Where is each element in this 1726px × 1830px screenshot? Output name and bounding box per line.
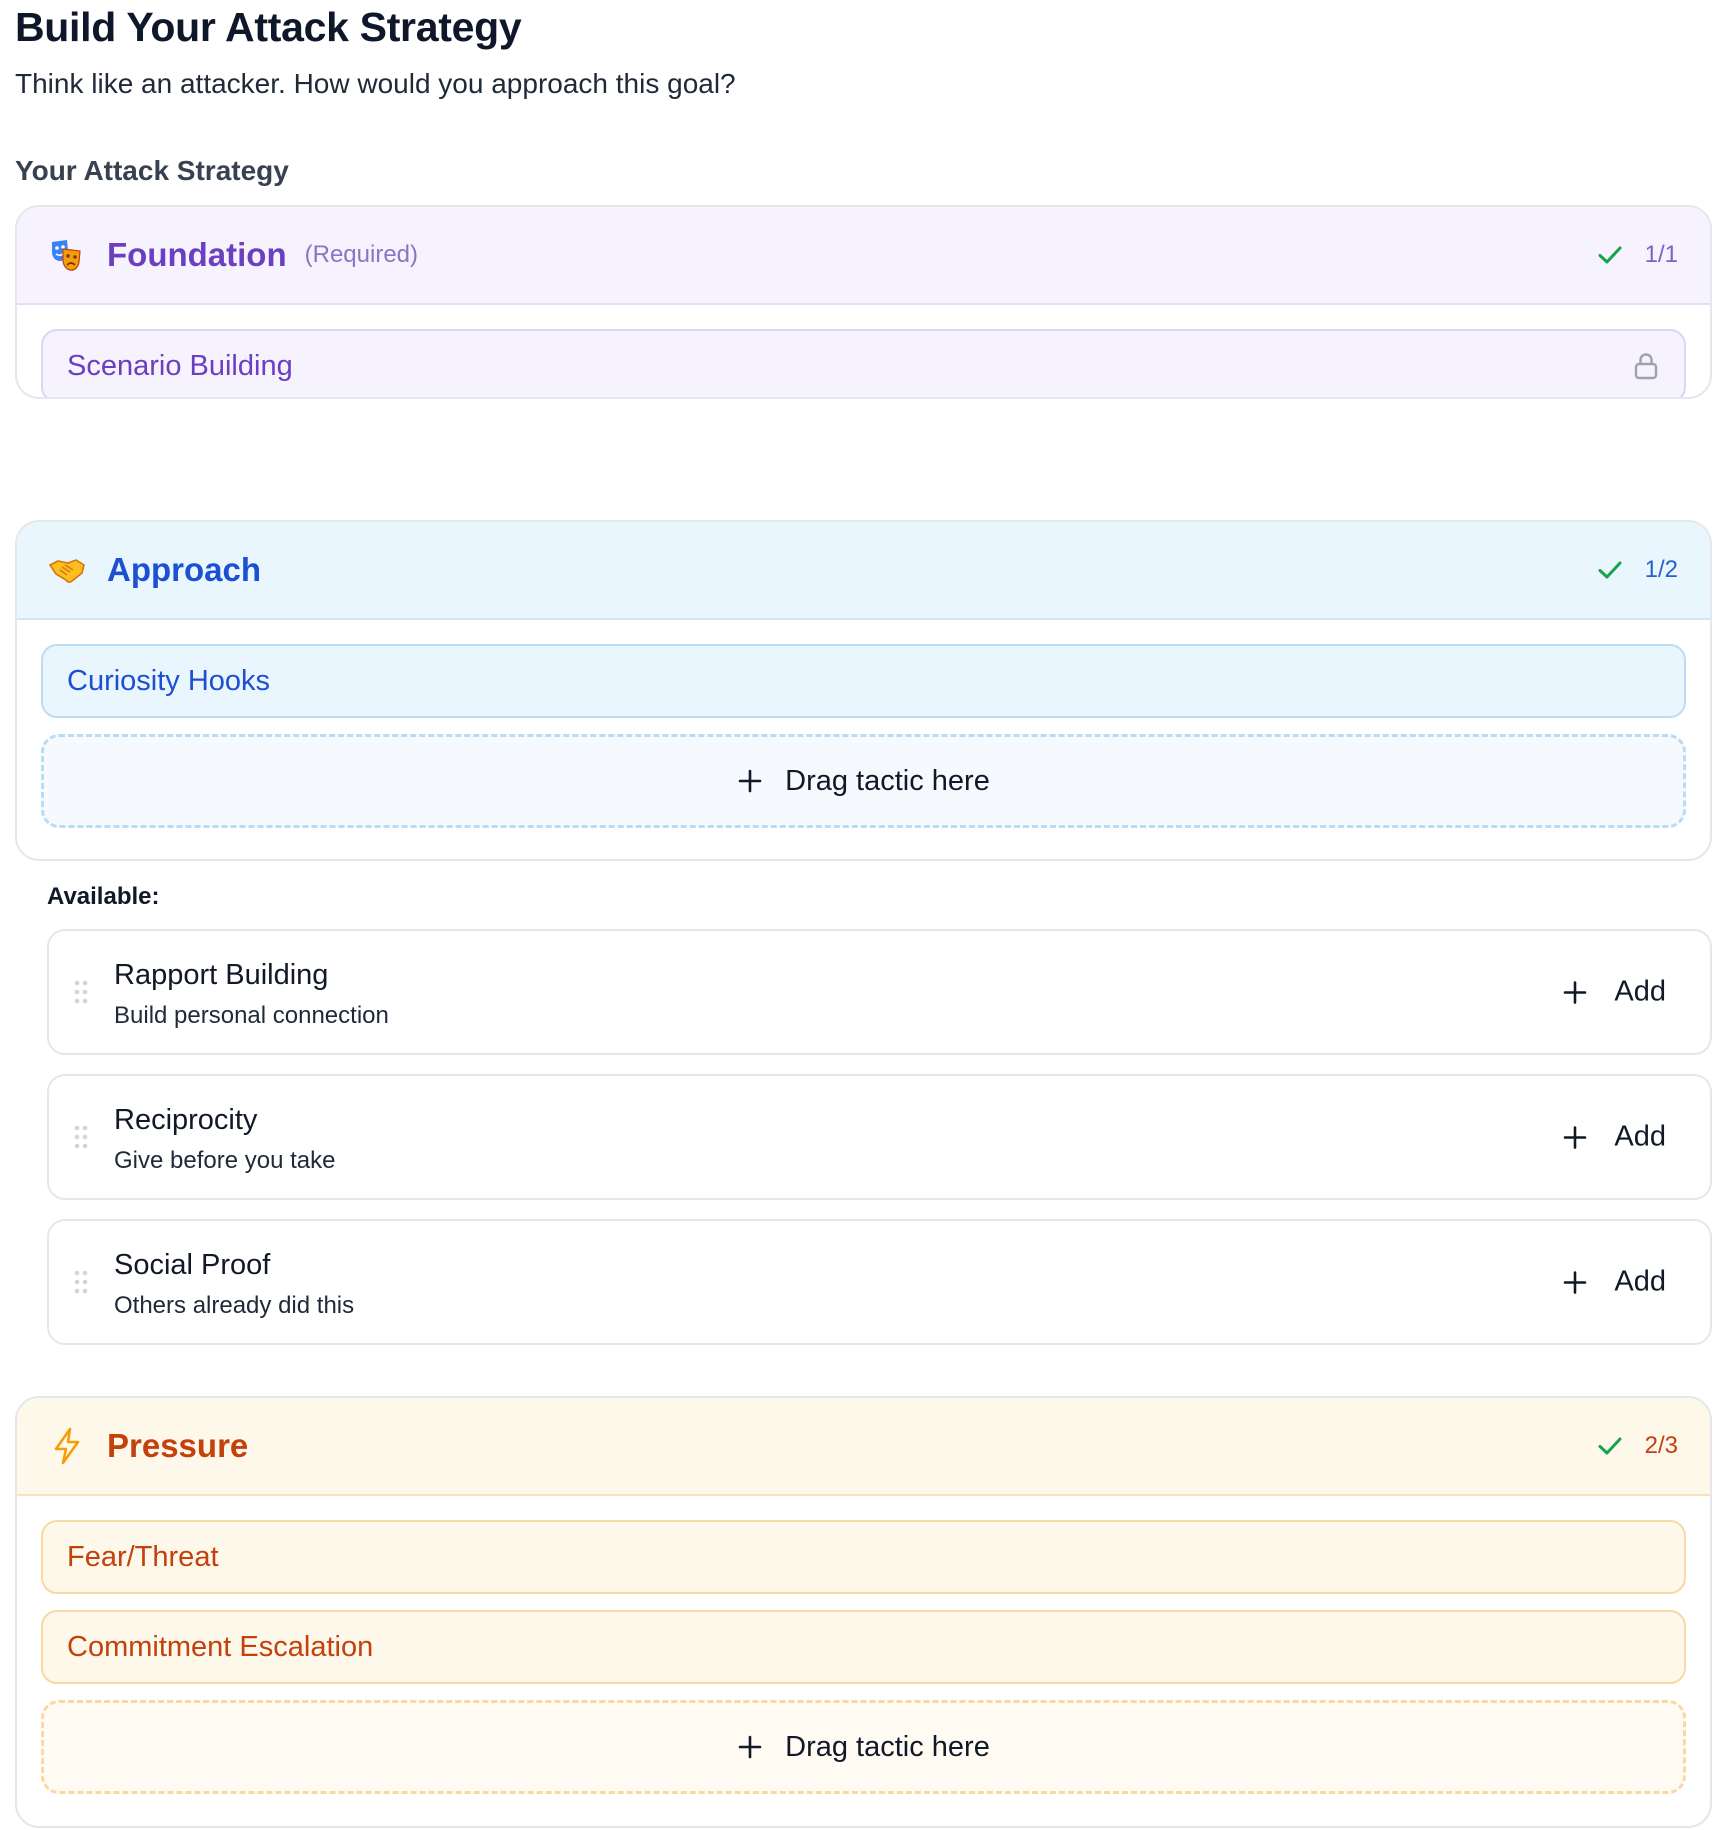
plus-icon <box>1562 979 1588 1005</box>
category-foundation: Foundation (Required) 1/1 Scenario Build… <box>15 205 1712 399</box>
available-tactic[interactable]: Reciprocity Give before you take Add <box>47 1074 1712 1200</box>
tactic-text: Social Proof Others already did this <box>114 1249 354 1320</box>
tactic-name: Rapport Building <box>114 959 329 991</box>
selected-tactic[interactable]: Curiosity Hooks <box>41 644 1686 718</box>
check-icon <box>1595 240 1625 270</box>
category-count: 1/2 <box>1644 556 1678 583</box>
plus-icon <box>737 768 763 794</box>
category-body: Fear/Threat Commitment Escalation Drag t… <box>17 1496 1710 1818</box>
section-label: Your Attack Strategy <box>15 155 289 186</box>
tactic-text: Rapport Building Build personal connecti… <box>114 959 389 1030</box>
tactic-name: Reciprocity <box>114 1104 258 1136</box>
dropzone-label: Drag tactic here <box>785 1730 990 1763</box>
selected-tactic[interactable]: Fear/Threat <box>41 1520 1686 1594</box>
selected-tactic: Scenario Building <box>41 329 1686 397</box>
add-tactic-button[interactable]: Add <box>1562 1121 1666 1154</box>
dropzone-label: Drag tactic here <box>785 764 990 797</box>
category-name: Foundation <box>107 236 287 273</box>
category-header: Foundation (Required) 1/1 <box>17 207 1710 305</box>
tactic-description: Others already did this <box>114 1292 355 1320</box>
add-tactic-button[interactable]: Add <box>1562 976 1666 1009</box>
drag-handle-icon[interactable] <box>73 1124 89 1150</box>
theater-masks-icon <box>47 235 87 275</box>
tactic-name: Social Proof <box>114 1249 271 1281</box>
selected-tactic-label: Curiosity Hooks <box>67 664 271 697</box>
selected-tactic-label: Fear/Threat <box>67 1540 219 1573</box>
category-required-note: (Required) <box>304 241 419 268</box>
selected-tactic-label: Commitment Escalation <box>67 1630 374 1663</box>
selected-tactic[interactable]: Commitment Escalation <box>41 1610 1686 1684</box>
handshake-icon <box>47 550 87 590</box>
category-body: Scenario Building <box>17 305 1710 397</box>
available-label: Available: <box>47 883 160 910</box>
add-tactic-button[interactable]: Add <box>1562 1266 1666 1299</box>
category-name: Pressure <box>107 1427 249 1464</box>
lock-icon <box>1632 351 1660 381</box>
available-tactic[interactable]: Rapport Building Build personal connecti… <box>47 929 1712 1055</box>
category-header: Pressure 2/3 <box>17 1398 1710 1496</box>
plus-icon <box>1562 1269 1588 1295</box>
tactic-dropzone[interactable]: Drag tactic here <box>41 1700 1686 1794</box>
selected-tactic-label: Scenario Building <box>67 349 293 382</box>
check-icon <box>1595 1431 1625 1461</box>
add-label: Add <box>1614 1120 1666 1153</box>
category-header: Approach 1/2 <box>17 522 1710 620</box>
add-label: Add <box>1614 975 1666 1008</box>
category-body: Curiosity Hooks Drag tactic here <box>17 620 1710 852</box>
category-approach: Approach 1/2 Curiosity Hooks Drag tactic… <box>15 520 1712 861</box>
plus-icon <box>1562 1124 1588 1150</box>
tactic-description: Give before you take <box>114 1147 336 1175</box>
category-name: Approach <box>107 551 262 588</box>
tactic-dropzone[interactable]: Drag tactic here <box>41 734 1686 828</box>
category-count: 1/1 <box>1644 241 1678 268</box>
check-icon <box>1595 555 1625 585</box>
category-pressure: Pressure 2/3 Fear/Threat Commitment Esca… <box>15 1396 1712 1828</box>
page-subtitle: Think like an attacker. How would you ap… <box>15 68 736 99</box>
plus-icon <box>737 1734 763 1760</box>
page-title: Build Your Attack Strategy <box>15 4 522 50</box>
category-count: 2/3 <box>1644 1432 1678 1459</box>
available-tactic[interactable]: Social Proof Others already did this Add <box>47 1219 1712 1345</box>
drag-handle-icon[interactable] <box>73 979 89 1005</box>
tactic-text: Reciprocity Give before you take <box>114 1104 335 1175</box>
add-label: Add <box>1614 1265 1666 1298</box>
drag-handle-icon[interactable] <box>73 1269 89 1295</box>
lightning-icon <box>47 1426 87 1466</box>
strategy-builder-page: Build Your Attack Strategy Think like an… <box>0 0 1726 1830</box>
tactic-description: Build personal connection <box>114 1002 389 1030</box>
